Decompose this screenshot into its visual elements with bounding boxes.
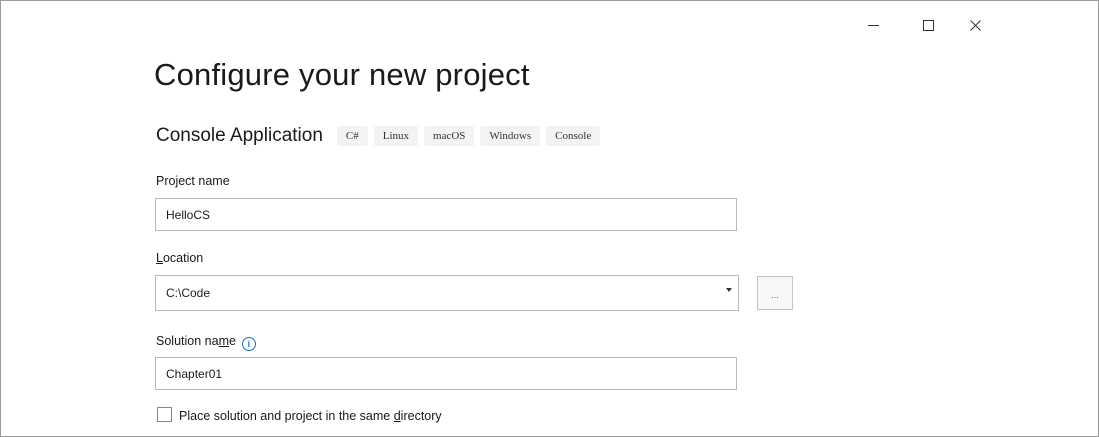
- solution-label-rest: e: [228, 334, 236, 348]
- dialog-window: Configure your new project Console Appli…: [0, 0, 1099, 437]
- same-directory-label-main: Place solution and project in the same: [179, 409, 394, 423]
- tag-language: C#: [336, 126, 368, 146]
- solution-name-value: Chapter01: [166, 366, 223, 381]
- minimize-icon: [867, 24, 879, 26]
- close-button[interactable]: [958, 11, 992, 39]
- browse-button[interactable]: ...: [757, 276, 793, 310]
- solution-label-main: Solution na: [156, 334, 219, 348]
- location-label: Location: [156, 251, 203, 265]
- location-combobox[interactable]: C:\Code: [155, 275, 739, 311]
- project-name-input[interactable]: HelloCS: [155, 198, 737, 231]
- same-directory-label-rest: irectory: [400, 409, 442, 423]
- same-directory-checkbox[interactable]: [157, 407, 172, 422]
- solution-label-accel: m: [218, 334, 229, 348]
- location-value: C:\Code: [166, 286, 211, 300]
- location-label-rest: ocation: [162, 251, 204, 265]
- page-title: Configure your new project: [154, 57, 530, 92]
- tag-platform-macos: macOS: [424, 126, 475, 146]
- solution-name-input[interactable]: Chapter01: [155, 357, 737, 390]
- project-name-label: Project name: [156, 174, 230, 188]
- solution-name-label: Solution name i: [156, 334, 256, 351]
- maximize-icon: [922, 19, 934, 31]
- browse-label: ...: [771, 290, 779, 300]
- location-label-accel: L: [156, 251, 163, 265]
- minimize-button[interactable]: [856, 11, 890, 39]
- maximize-button[interactable]: [911, 11, 945, 39]
- template-name: Console Application: [156, 125, 323, 146]
- close-icon: [969, 19, 981, 31]
- tag-platform-linux: Linux: [373, 126, 419, 146]
- project-name-value: HelloCS: [166, 207, 211, 222]
- tag-platform-windows: Windows: [480, 126, 541, 146]
- same-directory-label-accel: d: [393, 409, 401, 423]
- chevron-down-icon[interactable]: [726, 288, 732, 292]
- template-info: Console Application C# Linux macOS Windo…: [156, 125, 606, 147]
- info-icon[interactable]: i: [241, 337, 256, 351]
- same-directory-label[interactable]: Place solution and project in the same d…: [179, 409, 442, 423]
- tag-project-type: Console: [546, 126, 601, 146]
